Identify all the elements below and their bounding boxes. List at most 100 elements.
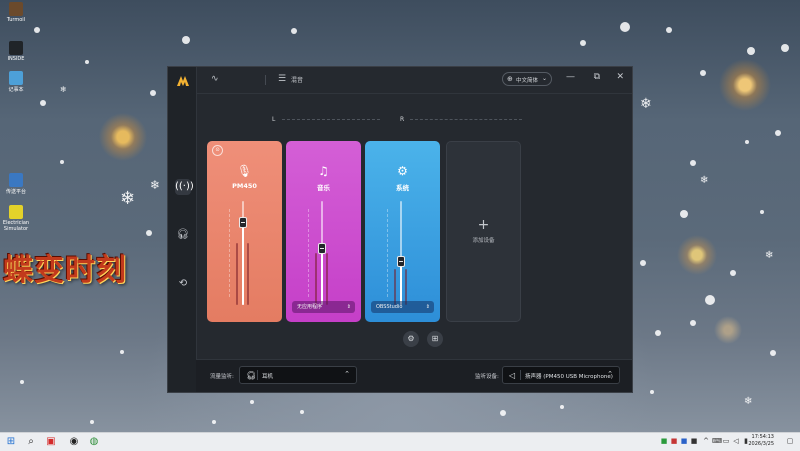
mic-gear-icon: ⚙ [407, 334, 415, 343]
app-source-select[interactable]: 无应用程序 ⇕ [292, 301, 355, 313]
app-logo-icon [177, 76, 189, 86]
wallpaper-banner: 蝶变时刻 [3, 253, 127, 288]
volume-slider-thumb[interactable] [318, 242, 326, 254]
start-windows-icon[interactable]: ⊞ [5, 436, 17, 448]
close-button[interactable]: ✕ [616, 72, 624, 82]
language-value: 中文简体 [516, 78, 539, 84]
chevron-up-icon[interactable]: ^ [702, 437, 710, 446]
desktop-shortcut[interactable]: Turmoil [2, 2, 30, 23]
sidebar-mixer-button[interactable]: ((·)) [175, 179, 194, 195]
network-icon[interactable]: ▭ [722, 437, 730, 446]
keyboard-icon[interactable]: ⌨ [712, 437, 722, 446]
sidebar-sync-button[interactable]: ⟲ [175, 276, 191, 292]
snow-dot [60, 160, 64, 164]
waveform-icon[interactable]: ∿ [211, 74, 219, 84]
list-settings-icon[interactable]: ☰ [278, 74, 286, 84]
volume-icon[interactable]: ◁ [732, 437, 740, 446]
taskbar: ⊞ ⌕ ▣ ◉ ◍ ■ ■ ■ ■ ^ ⌨ ▭ ◁ ▮ 17:54:13 202… [0, 432, 800, 451]
right-meter [405, 268, 407, 305]
desktop-shortcut[interactable]: Electrician Simulator [2, 205, 30, 232]
chevron-updown-icon: ⇕ [425, 304, 430, 310]
channel-name: 系统 [396, 184, 409, 192]
snow-dot [770, 350, 776, 356]
music-icon: ♫ [318, 164, 329, 178]
snow-dot [650, 390, 654, 394]
volume-slider-thumb[interactable] [239, 216, 247, 228]
gear-icon: ⚙ [397, 164, 408, 178]
snow-dot [146, 230, 152, 236]
game-icon [9, 205, 23, 219]
topbar-divider [265, 75, 266, 85]
right-channel-line [410, 119, 522, 120]
monitor-label: 流量监听: [210, 374, 234, 380]
snowflake-icon: ❄ [765, 250, 774, 261]
snow-dot [90, 420, 94, 424]
snow-dot [20, 380, 24, 384]
chrome-icon[interactable]: ◍ [88, 436, 100, 448]
app-source-value: OBSStudio [376, 304, 403, 310]
snowflake-icon: ❄ [700, 175, 709, 186]
tray-app-icon[interactable]: ■ [670, 437, 678, 446]
headphones-icon: 🎧︎ [176, 229, 190, 240]
desktop-shortcut-label: Turmoil [6, 17, 26, 23]
desktop-shortcut-label: 记事本 [8, 87, 24, 93]
desktop-shortcut[interactable]: INSIDE [2, 41, 30, 62]
desktop-shortcut[interactable]: 传送平台 [2, 173, 30, 195]
right-channel-label: R [400, 116, 405, 123]
snowflake-icon: ❄ [120, 188, 136, 209]
broadcast-icon: ((·)) [175, 181, 194, 192]
output-value: 扬声器 (PM450 USB Microphone) [525, 374, 613, 380]
left-channel-label: L [272, 116, 276, 123]
desktop-shortcut-label: 传送平台 [5, 189, 26, 195]
desktop-shortcut[interactable]: 记事本 [2, 71, 30, 93]
clock-time: 17:54:13 [751, 434, 774, 440]
search-icon[interactable]: ⌕ [25, 436, 37, 448]
snow-dot [781, 44, 789, 52]
snowflake-icon: ❄ [744, 396, 753, 407]
snow-dot [680, 210, 688, 218]
snow-dot [690, 320, 696, 326]
level-ticks [229, 209, 234, 297]
popout-button[interactable]: ⧉ [594, 72, 600, 82]
snow-dot [655, 330, 661, 336]
snow-dot [150, 90, 156, 96]
tray-app-icon[interactable]: ■ [660, 437, 668, 446]
right-meter [326, 253, 328, 305]
gain-icon[interactable]: ⊙ [212, 145, 223, 156]
chevron-up-icon: ⌃ [607, 370, 613, 378]
app-source-value: 无应用程序 [297, 304, 323, 310]
snow-dot [40, 100, 46, 106]
language-select[interactable]: ⊕ 中文简体 ⌄ [502, 72, 552, 86]
tray-app-icon[interactable]: ■ [690, 437, 698, 446]
snow-dot [760, 210, 764, 214]
channel-card: ⊙ 🎙︎ PM450 [207, 141, 282, 322]
monitor-value: 耳机 [262, 374, 274, 380]
left-channel-line [282, 119, 380, 120]
app-bottombar: 流量监听: 🎧︎ 耳机 ⌃ 监听设备: ◁ 扬声器 (PM450 USB Mic… [196, 359, 632, 392]
taskbar-clock[interactable]: 17:54:13 2026/3/25 [748, 434, 774, 448]
grid-view-button[interactable]: ⊞ [427, 331, 443, 347]
channel-name: 音乐 [317, 184, 330, 192]
add-device-card[interactable]: + 添加设备 [446, 141, 521, 322]
tray-app-icon[interactable]: ■ [680, 437, 688, 446]
app-sidebar: ((·)) 🎧︎ ⟲ [168, 67, 197, 392]
sidebar-headphones-button[interactable]: 🎧︎ [175, 227, 191, 243]
output-select[interactable]: ◁ 扬声器 (PM450 USB Microphone) ⌃ [502, 366, 620, 384]
mixer-menu-label[interactable]: 混音 [291, 75, 303, 84]
plus-icon: + [477, 217, 490, 233]
volume-fill [242, 221, 244, 305]
speaker-icon: ◁ [509, 371, 516, 380]
volume-slider-thumb[interactable] [397, 256, 405, 268]
monitor-select[interactable]: 🎧︎ 耳机 ⌃ [239, 366, 357, 384]
app-source-select[interactable]: OBSStudio ⇕ [371, 301, 434, 313]
microphone-icon: 🎙︎ [236, 164, 253, 178]
app-dark-icon[interactable]: ◉ [68, 436, 80, 448]
select-divider [257, 370, 258, 380]
minimize-button[interactable]: — [566, 72, 575, 82]
snow-dot [666, 27, 672, 33]
desktop-shortcut-label: INSIDE [7, 56, 25, 62]
chevron-updown-icon: ⇕ [346, 304, 351, 310]
mic-settings-button[interactable]: ⚙ [403, 331, 419, 347]
notification-icon[interactable]: ▢ [786, 437, 794, 446]
app-red-icon[interactable]: ▣ [45, 436, 57, 448]
